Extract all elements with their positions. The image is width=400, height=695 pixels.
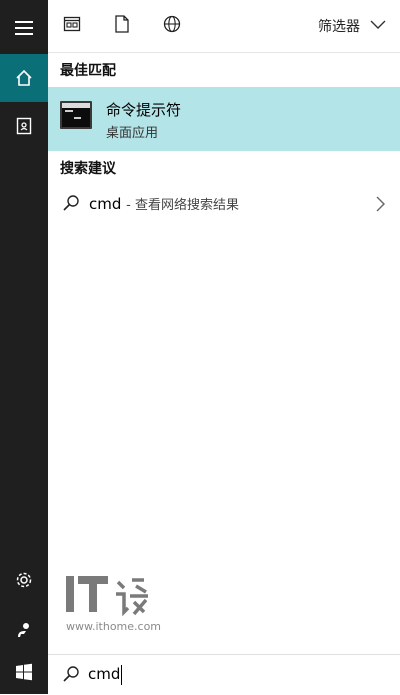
command-prompt-icon: [60, 101, 92, 129]
suggestion-text: cmd - 查看网络搜索结果: [89, 194, 239, 213]
best-match-subtitle: 桌面应用: [106, 126, 159, 141]
menu-button[interactable]: [0, 4, 48, 52]
watermark-url: www.ithome.com: [66, 620, 162, 633]
text-cursor: [121, 665, 122, 685]
best-match-item[interactable]: 命令提示符 桌面应用: [48, 87, 400, 151]
start-button[interactable]: [0, 650, 48, 694]
menu-icon: [15, 21, 33, 35]
toolbar: 筛选器: [48, 0, 400, 53]
filter-dropdown[interactable]: 筛选器: [318, 14, 386, 38]
search-results-panel: 筛选器 最佳匹配 命令提示符 桌面应用 搜索建议 cmd - 查看网络搜索结果: [48, 0, 400, 654]
filter-label: 筛选器: [318, 19, 360, 35]
home-button[interactable]: [0, 54, 48, 102]
search-bar: [48, 654, 400, 695]
chevron-right-icon: [376, 196, 386, 216]
suggestions-heading: 搜索建议: [60, 161, 116, 177]
apps-icon: [63, 15, 81, 37]
web-suggestion-item[interactable]: cmd - 查看网络搜索结果: [48, 184, 400, 224]
notebook-button[interactable]: [0, 102, 48, 150]
search-icon: [62, 194, 80, 216]
apps-filter-button[interactable]: [60, 14, 84, 38]
feedback-icon: [15, 621, 33, 639]
settings-button[interactable]: [0, 556, 48, 604]
best-match-heading: 最佳匹配: [60, 63, 116, 79]
web-icon: [163, 15, 181, 37]
windows-icon: [15, 663, 33, 681]
document-icon: [114, 15, 130, 37]
documents-filter-button[interactable]: [110, 14, 134, 38]
ithome-logo: [66, 572, 166, 622]
settings-icon: [15, 571, 33, 589]
best-match-title: 命令提示符: [106, 101, 182, 119]
feedback-button[interactable]: [0, 606, 48, 654]
suggestion-hint: - 查看网络搜索结果: [126, 198, 239, 213]
web-filter-button[interactable]: [160, 14, 184, 38]
search-icon: [62, 665, 80, 687]
notebook-icon: [15, 117, 33, 135]
search-input[interactable]: [88, 663, 378, 685]
chevron-down-icon: [370, 18, 386, 34]
sidebar: [0, 0, 48, 694]
suggestion-query: cmd: [89, 195, 122, 213]
home-icon: [15, 69, 33, 87]
